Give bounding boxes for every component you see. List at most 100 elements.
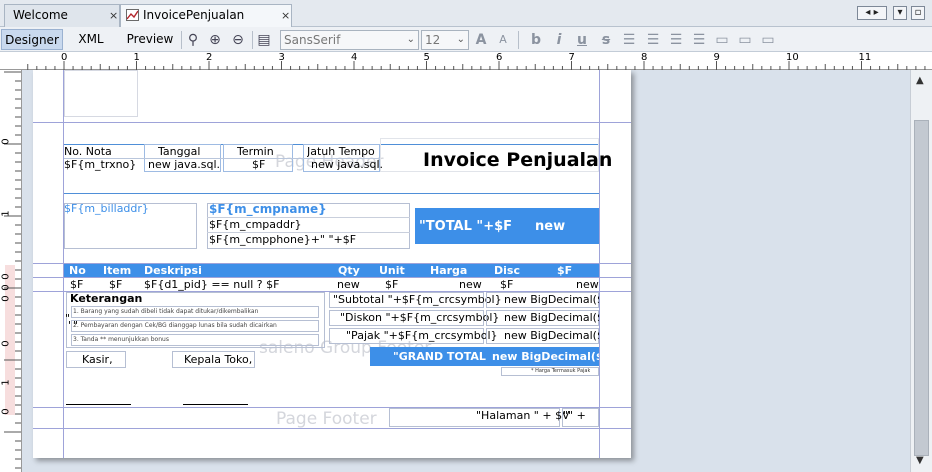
detail-unit[interactable]: $F xyxy=(385,278,398,292)
tab-scroll-arrows-icon[interactable]: ◂ ▸ xyxy=(857,6,887,20)
note-1[interactable]: 1. Barang yang sudah dibeli tidak dapat … xyxy=(73,308,258,316)
ruler-label: 2 xyxy=(206,52,213,63)
cmpphone-field[interactable]: $F{m_cmpphone}+" "+$F xyxy=(209,233,356,247)
vertical-scrollbar[interactable]: ▲ ▼ xyxy=(910,70,932,472)
col-header-harga[interactable]: Harga xyxy=(430,264,467,277)
total-box[interactable]: "TOTAL "+$F new xyxy=(415,208,599,244)
toolbar-separator xyxy=(518,31,519,49)
kepala-toko-label[interactable]: Kepala Toko, xyxy=(184,353,252,367)
align-bottom-icon[interactable]: ▭ xyxy=(759,32,777,48)
underline-icon[interactable]: u xyxy=(573,32,591,48)
strikethrough-icon[interactable]: s xyxy=(597,32,615,48)
tab-invoice-penjualan[interactable]: InvoicePenjualan (1).jrxml × xyxy=(120,4,292,43)
grand-total-box[interactable]: "GRAND TOTAL new BigDecimal($F xyxy=(370,347,599,366)
kasir-signature-line xyxy=(66,404,131,405)
pajak-value[interactable]: new BigDecimal($F xyxy=(504,329,599,343)
font-family-select[interactable]: SansSerif ⌄ xyxy=(280,30,419,50)
bold-icon[interactable]: b xyxy=(527,32,545,48)
col-header-item[interactable]: Item xyxy=(103,264,131,277)
ruler-label: 8 xyxy=(641,52,648,63)
col-header-unit[interactable]: Unit xyxy=(379,264,405,277)
no-nota-field[interactable]: $F{m_trxno} xyxy=(64,158,136,172)
col-header-deskripsi[interactable]: Deskripsi xyxy=(144,264,202,277)
tanggal-field[interactable]: new java.sql. xyxy=(148,158,220,172)
zoom-fit-icon[interactable]: ⚲ xyxy=(185,32,201,48)
scroll-down-icon[interactable]: ▼ xyxy=(916,455,924,466)
font-size-select[interactable]: 12 ⌄ xyxy=(421,30,469,50)
grand-total-label: "GRAND TOTAL xyxy=(393,350,486,363)
align-right-icon[interactable]: ☰ xyxy=(690,32,708,48)
increase-font-icon[interactable]: A xyxy=(472,32,490,48)
detail-disc[interactable]: $F xyxy=(500,278,513,292)
ruler-label: 7 xyxy=(568,52,575,63)
total-value: new xyxy=(535,219,566,234)
align-middle-icon[interactable]: ▭ xyxy=(736,32,754,48)
col-header-total[interactable]: $F xyxy=(557,264,572,277)
col-header-no[interactable]: No xyxy=(69,264,86,277)
preview-mode-button[interactable]: Preview xyxy=(122,29,178,50)
xml-mode-button[interactable]: XML xyxy=(68,29,114,50)
col-header-disc[interactable]: Disc xyxy=(494,264,520,277)
right-margin-line xyxy=(599,70,600,458)
tanggal-label[interactable]: Tanggal xyxy=(158,145,200,159)
col-header-qty[interactable]: Qty xyxy=(338,264,360,277)
ruler-label: 1 xyxy=(133,52,140,63)
detail-item[interactable]: $F xyxy=(109,278,122,292)
designer-mode-button[interactable]: Designer xyxy=(1,29,63,50)
chevron-down-icon: ⌄ xyxy=(406,34,415,45)
termin-label[interactable]: Termin xyxy=(237,145,274,159)
italic-icon[interactable]: i xyxy=(550,32,568,48)
ruler-label: 10 xyxy=(786,52,799,63)
billaddr-field[interactable]: $F{m_billaddr} xyxy=(64,202,149,216)
align-justify-icon[interactable]: ☰ xyxy=(644,32,662,48)
window-list-icon[interactable]: ▾ xyxy=(893,6,907,20)
ruler-label: 0 xyxy=(0,138,12,145)
maximize-icon[interactable]: ▫ xyxy=(911,6,925,20)
page-count-field[interactable]: "" + xyxy=(563,409,586,423)
detail-qty[interactable]: new xyxy=(337,278,360,292)
align-center-icon[interactable]: ☰ xyxy=(667,32,685,48)
zoom-out-icon[interactable]: ⊖ xyxy=(230,32,246,48)
subtotal-label[interactable]: "Subtotal "+$F{m_crcsymbol} xyxy=(333,293,502,307)
band-separator xyxy=(33,428,631,429)
cmpaddr-field[interactable]: $F{m_cmpaddr} xyxy=(209,218,302,232)
keterangan-label[interactable]: Keterangan xyxy=(70,292,142,306)
ruler-label: 0 xyxy=(0,284,12,291)
report-properties-icon[interactable]: ▤ xyxy=(256,32,272,48)
detail-total[interactable]: new xyxy=(576,278,599,292)
detail-harga[interactable]: new xyxy=(459,278,482,292)
invoice-title[interactable]: Invoice Penjualan xyxy=(423,148,612,172)
diskon-label[interactable]: "Diskon "+$F{m_crcsymbol} xyxy=(340,311,499,325)
ruler-label: 3 xyxy=(278,52,285,63)
report-design-canvas[interactable]: Page Header No. Nota Tanggal Termin Jatu… xyxy=(22,70,910,472)
note-3[interactable]: 3. Tanda ** menunjukkan bonus xyxy=(73,336,169,344)
no-nota-label[interactable]: No. Nota xyxy=(64,145,112,159)
halaman-field[interactable]: "Halaman " + $V xyxy=(476,409,570,423)
logo-image-frame[interactable] xyxy=(64,70,138,117)
termin-field[interactable]: $F xyxy=(252,158,265,172)
align-left-icon[interactable]: ☰ xyxy=(620,32,638,48)
kasir-label[interactable]: Kasir, xyxy=(82,353,113,367)
diskon-value[interactable]: new BigDecimal($F xyxy=(504,311,599,325)
pajak-label[interactable]: "Pajak "+$F{m_crcsymbol} xyxy=(346,329,498,343)
zoom-in-icon[interactable]: ⊕ xyxy=(207,32,223,48)
total-label: "TOTAL "+$F xyxy=(419,219,513,234)
detail-no[interactable]: $F xyxy=(70,278,83,292)
detail-deskripsi[interactable]: $F{d1_pid} == null ? $F xyxy=(144,278,279,292)
horizontal-ruler: 0 1 2 3 4 5 6 7 8 9 10 11 xyxy=(0,52,932,70)
align-top-icon[interactable]: ▭ xyxy=(713,32,731,48)
note-2[interactable]: 2. Pembayaran dengan Cek/BG dianggap lun… xyxy=(73,322,277,330)
subtotal-value[interactable]: new BigDecimal($F xyxy=(504,293,599,307)
jatuh-tempo-label[interactable]: Jatuh Tempo xyxy=(307,145,375,159)
cmpname-field[interactable]: $F{m_cmpname} xyxy=(209,202,327,216)
close-icon[interactable]: × xyxy=(281,5,290,26)
scrollbar-thumb[interactable] xyxy=(914,120,929,456)
band-separator xyxy=(33,277,631,278)
tab-welcome-window[interactable]: Welcome Window × xyxy=(4,4,120,43)
decrease-font-icon[interactable]: A xyxy=(494,32,512,48)
harga-note[interactable]: * Harga Termasuk Pajak xyxy=(531,367,590,376)
close-icon[interactable]: × xyxy=(109,5,118,26)
report-page[interactable]: Page Header No. Nota Tanggal Termin Jatu… xyxy=(33,70,631,458)
scroll-up-icon[interactable]: ▲ xyxy=(916,75,924,86)
jatuh-tempo-field[interactable]: new java.sql. xyxy=(311,158,383,172)
